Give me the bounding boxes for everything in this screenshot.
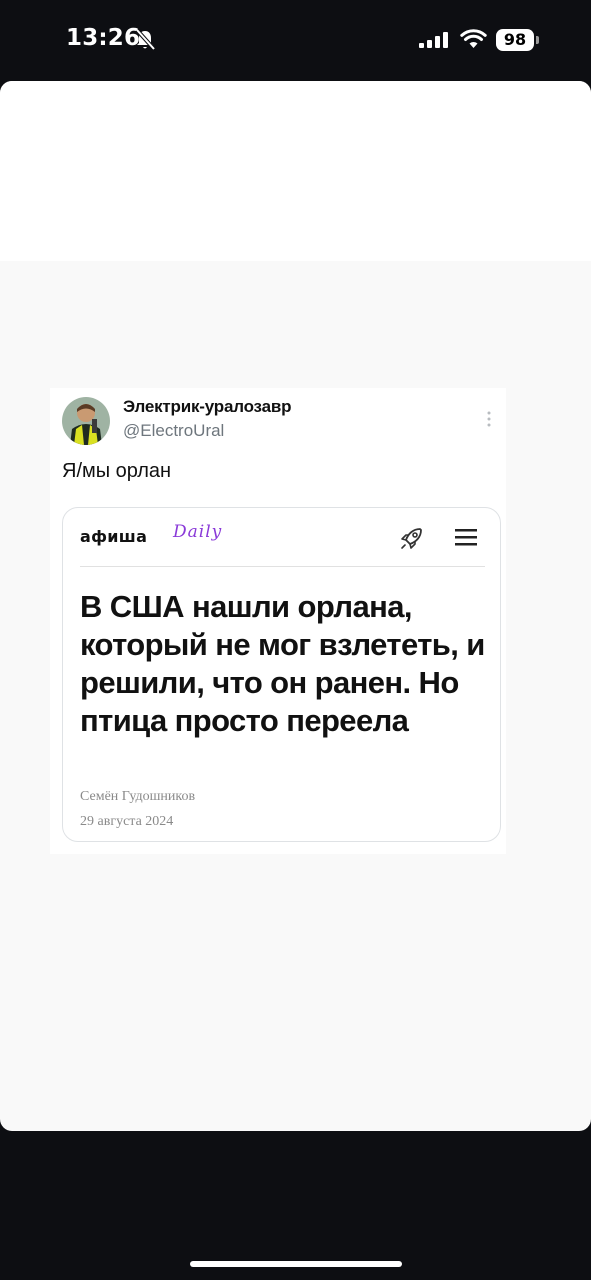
- wifi-icon: [460, 29, 487, 48]
- tweet-text: Я/мы орлан: [62, 460, 172, 482]
- article-author: Семён Гудошников: [80, 789, 196, 804]
- avatar-image: [62, 397, 110, 445]
- article-card[interactable]: афиша Daily В США нашли орлана, который …: [62, 507, 501, 842]
- card-divider: [80, 566, 485, 567]
- author-handle[interactable]: @ElectroUral: [123, 421, 224, 441]
- avatar[interactable]: [62, 397, 110, 445]
- afisha-logo: афиша: [80, 527, 148, 546]
- battery-icon: 98: [496, 29, 540, 51]
- hamburger-menu-icon[interactable]: [455, 529, 477, 546]
- more-vertical-icon[interactable]: [486, 410, 492, 428]
- rocket-icon[interactable]: [399, 525, 425, 551]
- tweet-card[interactable]: Электрик-уралозавр @ElectroUral Я/мы орл…: [50, 388, 506, 854]
- home-indicator[interactable]: [190, 1261, 402, 1267]
- status-time: 13:26: [66, 25, 141, 51]
- bell-slash-icon: [135, 29, 155, 51]
- author-name[interactable]: Электрик-уралозавр: [123, 397, 291, 417]
- content-sheet: Электрик-уралозавр @ElectroUral Я/мы орл…: [0, 81, 591, 1131]
- signal-icon: [419, 32, 448, 48]
- status-bar: 13:26 98: [0, 0, 591, 80]
- article-date: 29 августа 2024: [80, 814, 174, 829]
- sheet-top-area: [0, 81, 591, 261]
- battery-level: 98: [496, 29, 534, 51]
- article-headline[interactable]: В США нашли орлана, который не мог взлет…: [80, 588, 490, 740]
- daily-logo: Daily: [173, 522, 223, 542]
- battery-tip: [536, 36, 539, 44]
